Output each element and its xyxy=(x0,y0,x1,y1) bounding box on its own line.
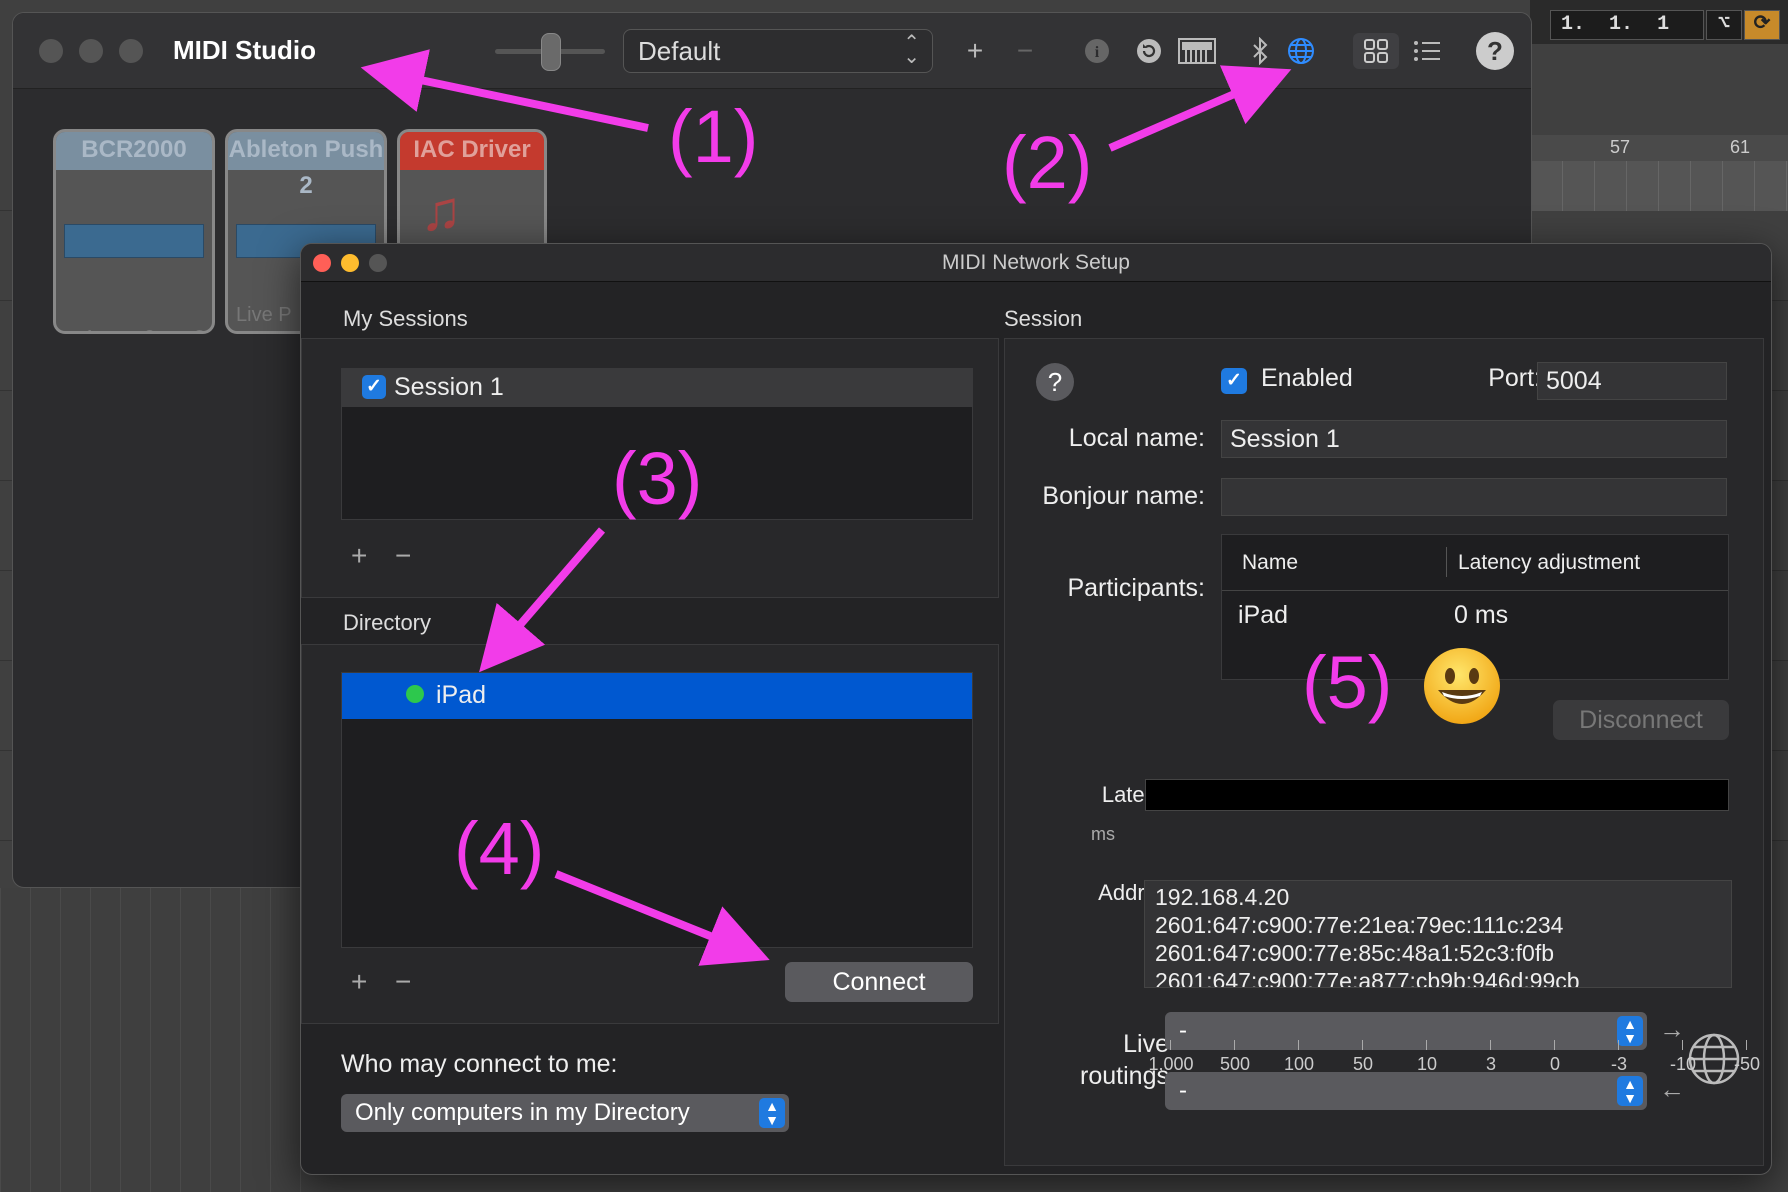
annotation-label: (5) xyxy=(1302,641,1393,724)
annotation-label: (4) xyxy=(454,807,545,890)
annotation-arrow-1 xyxy=(360,49,649,132)
annotation-arrow-4 xyxy=(554,870,770,966)
annotation-label: (2) xyxy=(1002,121,1093,204)
annotation-label: (1) xyxy=(668,95,759,178)
annotation-arrows xyxy=(360,49,1292,966)
annotation-arrow-3 xyxy=(479,527,606,673)
annotation-arrow-2 xyxy=(1108,65,1292,152)
annotation-label: (3) xyxy=(612,437,703,520)
smiley-emoji-icon xyxy=(1422,646,1502,731)
